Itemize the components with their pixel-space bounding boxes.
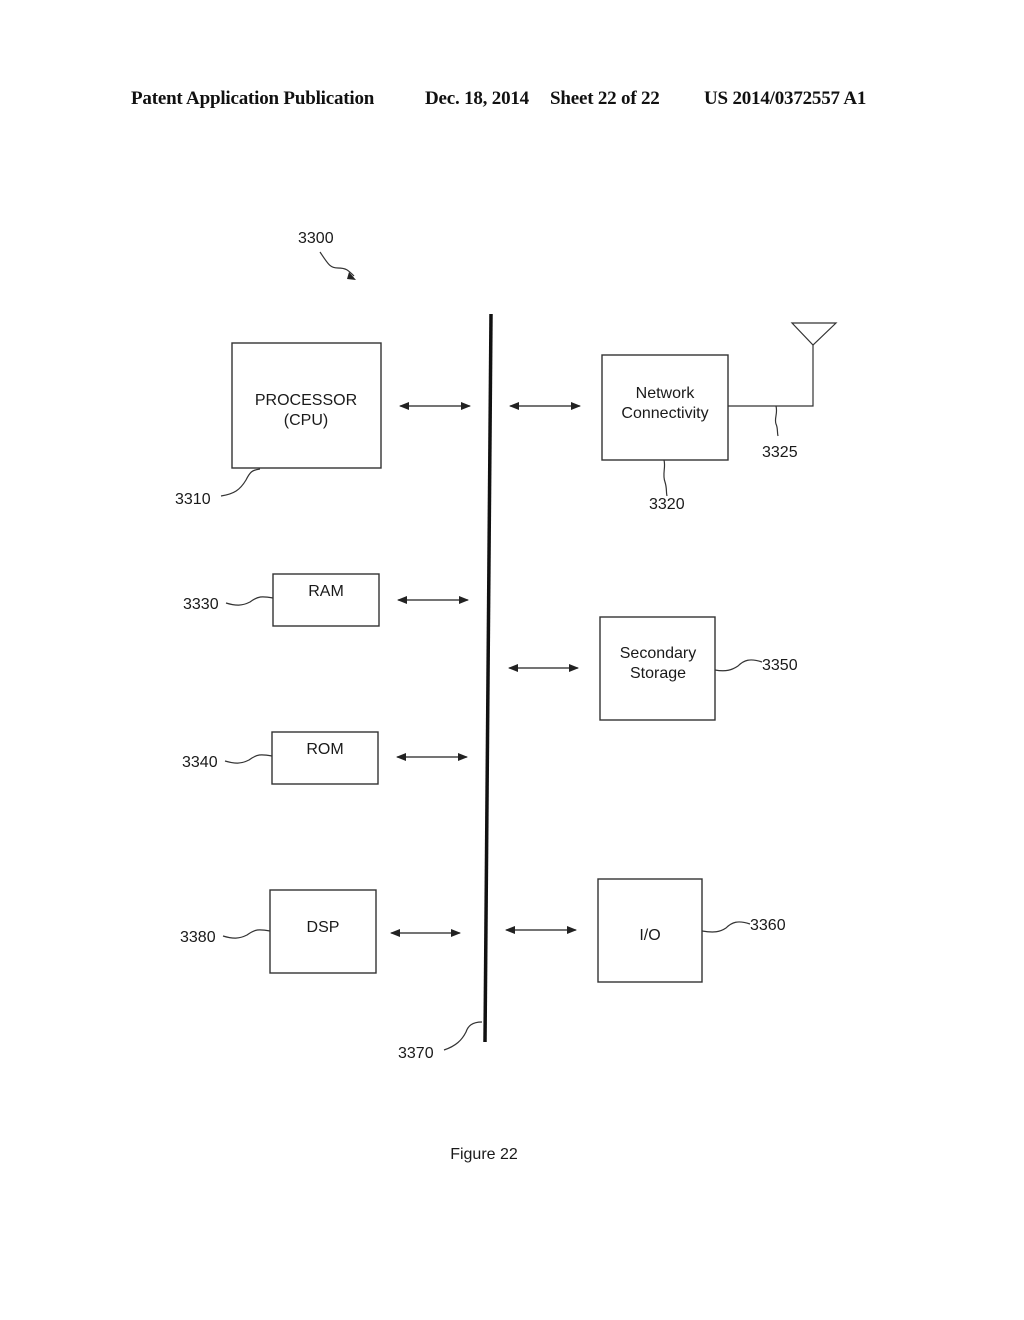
io-ref-leader bbox=[701, 921, 751, 933]
rom-ref-leader bbox=[224, 754, 273, 764]
rom-block: ROM bbox=[271, 731, 379, 785]
dsp-ref-label: 3380 bbox=[180, 929, 216, 946]
rom-label: ROM bbox=[306, 741, 343, 758]
ram-ref-label: 3330 bbox=[183, 596, 219, 613]
network-label-line1: Network bbox=[636, 385, 696, 402]
system-bus bbox=[483, 313, 493, 1043]
bus-ref-label: 3370 bbox=[398, 1045, 434, 1062]
dsp-block: DSP bbox=[269, 889, 377, 974]
io-label: I/O bbox=[639, 927, 660, 944]
io-block: I/O bbox=[597, 878, 703, 983]
ram-ref-leader bbox=[225, 596, 274, 606]
system-ref-label: 3300 bbox=[298, 230, 334, 247]
network-ref-leader bbox=[663, 459, 668, 497]
storage-label-line2: Storage bbox=[630, 665, 686, 682]
ram-block: RAM bbox=[272, 573, 380, 627]
antenna-ref-leader bbox=[774, 405, 779, 437]
storage-label-line1: Secondary bbox=[620, 645, 697, 662]
figure-caption: Figure 22 bbox=[450, 1146, 518, 1163]
storage-ref-label: 3350 bbox=[762, 657, 798, 674]
processor-label-line1: PROCESSOR bbox=[255, 392, 357, 409]
rom-box bbox=[271, 731, 379, 785]
processor-block: PROCESSOR (CPU) bbox=[231, 342, 382, 469]
dsp-label: DSP bbox=[307, 919, 340, 936]
io-ref-label: 3360 bbox=[750, 917, 786, 934]
bus-ref-leader bbox=[443, 1021, 483, 1051]
processor-ref-label: 3310 bbox=[175, 491, 211, 508]
processor-ref-leader bbox=[220, 468, 261, 497]
antenna-ref-label: 3325 bbox=[762, 444, 798, 461]
network-block: Network Connectivity bbox=[601, 354, 729, 461]
network-ref-label: 3320 bbox=[649, 496, 685, 513]
antenna-icon bbox=[790, 322, 838, 346]
processor-label-line2: (CPU) bbox=[284, 412, 328, 429]
dsp-ref-leader bbox=[222, 929, 271, 939]
ram-box bbox=[272, 573, 380, 627]
block-diagram: 3300 3370 PROCESSOR (CPU) 3310 Network C… bbox=[175, 230, 838, 1163]
ram-label: RAM bbox=[308, 583, 344, 600]
rom-ref-label: 3340 bbox=[182, 754, 218, 771]
antenna-line bbox=[728, 345, 814, 407]
storage-block: Secondary Storage bbox=[599, 616, 716, 721]
network-label-line2: Connectivity bbox=[621, 405, 708, 422]
storage-ref-leader bbox=[714, 659, 763, 672]
